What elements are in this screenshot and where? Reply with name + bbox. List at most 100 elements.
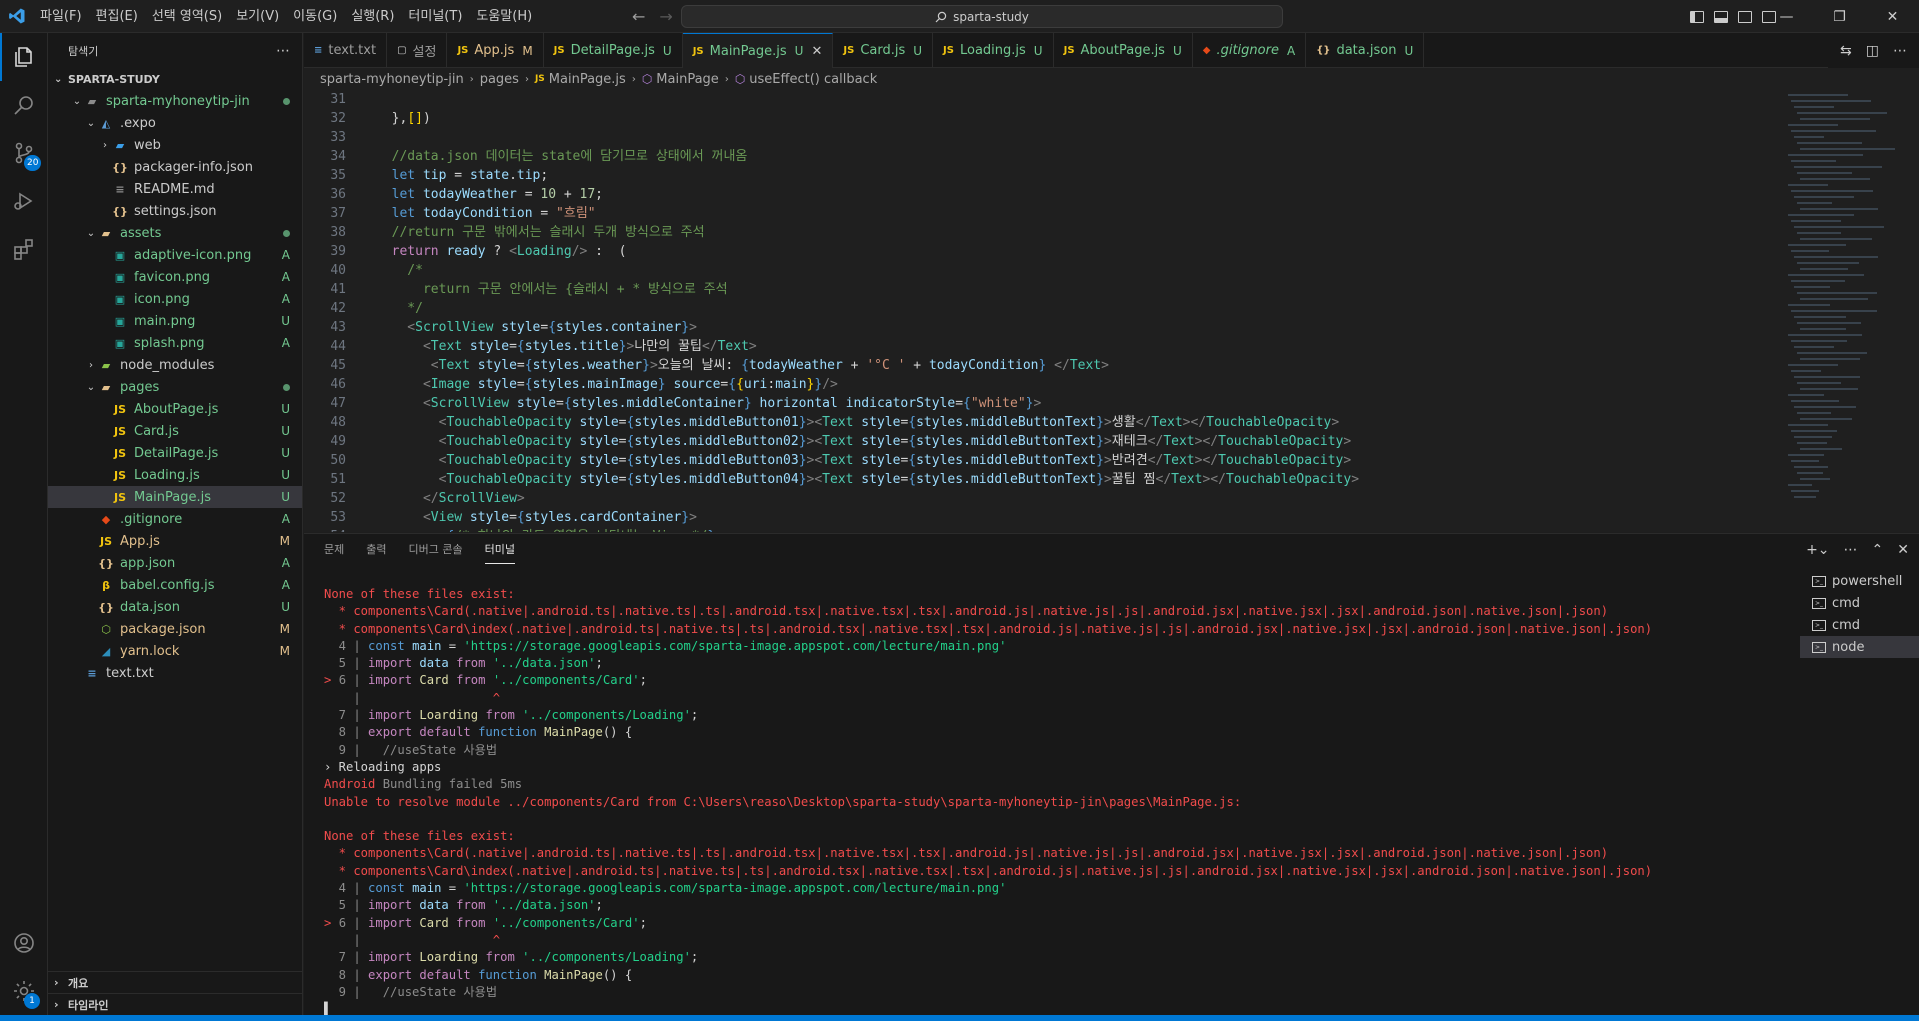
tree-item[interactable]: ⬡ package.json M	[48, 618, 302, 640]
source-control-icon[interactable]: 20	[0, 129, 48, 177]
menu-item[interactable]: 도움말(H)	[469, 0, 539, 33]
tree-item[interactable]: › ▰ node_modules	[48, 354, 302, 376]
menu-item[interactable]: 실행(R)	[344, 0, 401, 33]
account-icon[interactable]	[0, 919, 48, 967]
tree-item[interactable]: ⌄ ▰ assets	[48, 222, 302, 244]
code-editor[interactable]: 31 32 },[]) 33 34 //data.json 데이터는 state에 …	[304, 90, 1784, 532]
toggle-secondary-sidebar-icon[interactable]	[1738, 10, 1752, 23]
close-panel-icon[interactable]: ✕	[1897, 542, 1909, 558]
more-actions-icon[interactable]: ⋯	[276, 43, 290, 59]
outline-section[interactable]: › 개요	[48, 971, 302, 993]
breadcrumb-item[interactable]: pages	[480, 72, 519, 87]
timeline-section[interactable]: › 타임라인	[48, 993, 302, 1015]
restore-icon[interactable]: ❐	[1813, 9, 1866, 25]
tree-item-label: MainPage.js	[134, 489, 212, 505]
tab-appjs[interactable]: JS App.js M	[447, 33, 544, 68]
tree-item[interactable]: ▣ favicon.png A	[48, 266, 302, 288]
tree-item[interactable]: ⌄ ▰ sparta-myhoneytip-jin	[48, 90, 302, 112]
back-arrow-icon[interactable]: ←	[632, 7, 645, 26]
tree-item[interactable]: {} packager-info.json	[48, 156, 302, 178]
minimize-icon[interactable]: —	[1760, 9, 1813, 25]
tree-item[interactable]: ≡ text.txt	[48, 662, 302, 684]
split-editor-icon[interactable]: ◫	[1866, 43, 1879, 59]
git-status-badge: U	[281, 468, 290, 482]
menu-item[interactable]: 파일(F)	[33, 0, 89, 33]
terminal-line: * components\Card(.native|.android.ts|.n…	[324, 845, 1754, 862]
extensions-icon[interactable]	[0, 225, 48, 273]
manage-gear-icon[interactable]: 1	[0, 967, 48, 1015]
tab-gitignore[interactable]: ◆ .gitignore A	[1193, 33, 1307, 68]
tree-item[interactable]: JS Card.js U	[48, 420, 302, 442]
menu-item[interactable]: 편집(E)	[89, 0, 145, 33]
file-type-icon: ▰	[101, 226, 111, 240]
breadcrumb-item[interactable]: MainPage	[656, 72, 719, 87]
tree-item[interactable]: JS DetailPage.js U	[48, 442, 302, 464]
tab-[interactable]: ▢ 설정	[387, 33, 448, 68]
breadcrumb-item[interactable]: MainPage.js	[549, 72, 626, 87]
tree-item[interactable]: ▣ icon.png A	[48, 288, 302, 310]
compare-icon[interactable]: ⇆	[1840, 43, 1852, 59]
tree-item[interactable]: JS AboutPage.js U	[48, 398, 302, 420]
minimap-line	[1797, 442, 1827, 444]
more-actions-icon[interactable]: ⋯	[1844, 542, 1858, 558]
tab-loadingjs[interactable]: JS Loading.js U	[933, 33, 1054, 68]
tree-item[interactable]: {} data.json U	[48, 596, 302, 618]
close-tab-icon[interactable]: ✕	[811, 44, 822, 59]
tree-item[interactable]: {} settings.json	[48, 200, 302, 222]
tree-item[interactable]: ⌄ ▰ pages	[48, 376, 302, 398]
minimap[interactable]	[1784, 90, 1908, 532]
tree-item[interactable]: ≡ README.md	[48, 178, 302, 200]
code-token: {	[524, 358, 533, 373]
run-debug-icon[interactable]	[0, 177, 48, 225]
tree-item[interactable]: {} app.json A	[48, 552, 302, 574]
tree-item[interactable]: JS Loading.js U	[48, 464, 302, 486]
terminal-instance[interactable]: >_ cmd	[1800, 614, 1919, 636]
search-activity-icon[interactable]	[0, 81, 48, 129]
tree-item[interactable]: β babel.config.js A	[48, 574, 302, 596]
explorer-icon[interactable]	[0, 33, 48, 81]
panel-tab[interactable]: 터미널	[484, 541, 515, 564]
tree-item[interactable]: ▣ splash.png A	[48, 332, 302, 354]
editor-scrollbar[interactable]	[1908, 90, 1919, 532]
code-token: TouchableOpacity	[446, 434, 572, 449]
tab-aboutpagejs[interactable]: JS AboutPage.js U	[1054, 33, 1193, 68]
terminal-instance[interactable]: >_ cmd	[1800, 592, 1919, 614]
tab-detailpagejs[interactable]: JS DetailPage.js U	[544, 33, 683, 68]
toggle-panel-icon[interactable]	[1714, 10, 1728, 23]
panel-tab[interactable]: 문제	[324, 541, 344, 564]
menu-item[interactable]: 보기(V)	[229, 0, 286, 33]
tab-mainpagejs[interactable]: JS MainPage.js U ✕	[682, 33, 834, 68]
tree-item[interactable]: ◆ .gitignore A	[48, 508, 302, 530]
terminal-output[interactable]: None of these files exist: * components\…	[324, 586, 1754, 1016]
tab-texttxt[interactable]: ≡ text.txt	[304, 33, 388, 68]
terminal-instance[interactable]: >_ node	[1800, 636, 1919, 658]
panel-tab[interactable]: 출력	[366, 541, 386, 564]
maximize-panel-icon[interactable]: ⌃	[1872, 542, 1884, 558]
tree-item[interactable]: JS MainPage.js U	[48, 486, 302, 508]
menu-item[interactable]: 선택 영역(S)	[145, 0, 229, 33]
code-token: styles.middleButtonText	[916, 434, 1097, 449]
tree-item[interactable]: › ▰ web	[48, 134, 302, 156]
command-center-search[interactable]: sparta-study	[681, 5, 1283, 28]
forward-arrow-icon[interactable]: →	[659, 7, 672, 26]
tree-item[interactable]: ▣ main.png U	[48, 310, 302, 332]
panel-tab[interactable]: 디버그 콘솔	[409, 541, 463, 564]
tree-item[interactable]: ◢ yarn.lock M	[48, 640, 302, 662]
close-window-icon[interactable]: ✕	[1866, 9, 1919, 25]
toggle-sidebar-icon[interactable]	[1690, 10, 1704, 23]
tree-item[interactable]: ⌄ ◭ .expo	[48, 112, 302, 134]
tree-item-label: Loading.js	[134, 467, 200, 483]
tree-item[interactable]: ▣ adaptive-icon.png A	[48, 244, 302, 266]
tab-datajson[interactable]: {} data.json U	[1306, 33, 1425, 68]
menu-item[interactable]: 터미널(T)	[401, 0, 469, 33]
tree-item[interactable]: JS App.js M	[48, 530, 302, 552]
more-actions-icon[interactable]: ⋯	[1893, 43, 1907, 59]
code-token: 꿀팁 찜	[1111, 472, 1156, 487]
tab-cardjs[interactable]: JS Card.js U	[833, 33, 934, 68]
new-terminal-icon[interactable]: +⌄	[1806, 542, 1829, 558]
breadcrumb-item[interactable]: useEffect() callback	[749, 72, 877, 87]
menu-item[interactable]: 이동(G)	[286, 0, 344, 33]
breadcrumb-item[interactable]: sparta-myhoneytip-jin	[320, 72, 464, 87]
workspace-root[interactable]: ⌄ SPARTA-STUDY	[48, 68, 302, 90]
terminal-instance[interactable]: >_ powershell	[1800, 570, 1919, 592]
